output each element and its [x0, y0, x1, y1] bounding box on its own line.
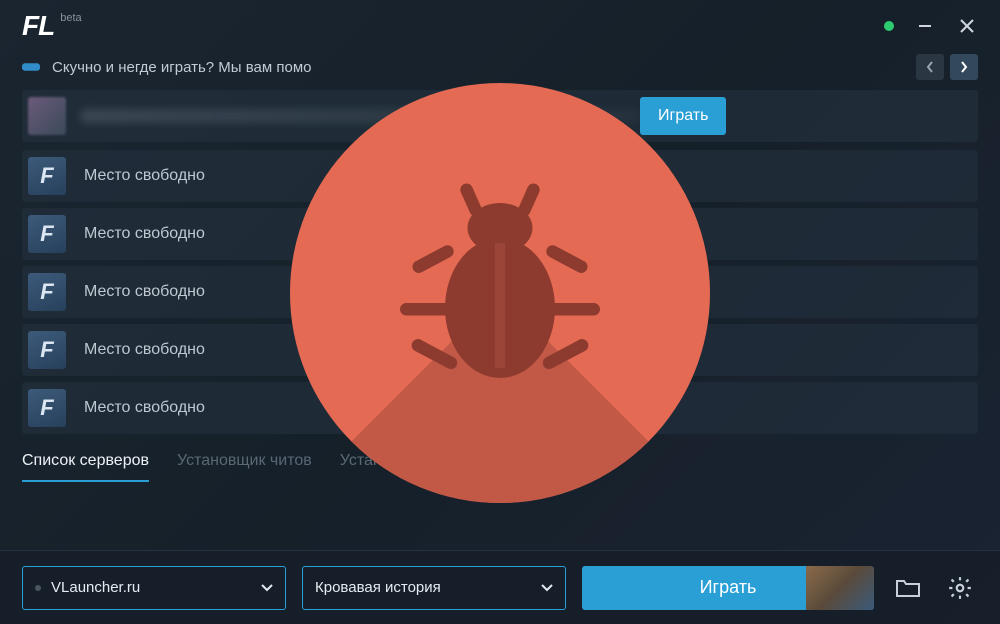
account-label: VLauncher.ru [51, 579, 140, 596]
play-button-art [806, 566, 874, 610]
tab-server-list[interactable]: Список серверов [22, 452, 149, 482]
version-label: Кровавая история [315, 579, 441, 596]
close-button[interactable] [956, 15, 978, 37]
bottom-bar: VLauncher.ru Кровавая история Играть [0, 550, 1000, 624]
gamepad-icon [22, 58, 40, 76]
version-select[interactable]: Кровавая история [302, 566, 566, 610]
slot-label: Место свободно [84, 283, 205, 301]
slot-badge-icon: F [28, 157, 66, 195]
featured-play-button[interactable]: Играть [640, 97, 726, 135]
titlebar: FL beta [0, 0, 1000, 48]
account-select[interactable]: VLauncher.ru [22, 566, 286, 610]
slot-badge-icon: F [28, 273, 66, 311]
chevron-down-icon [541, 579, 553, 596]
bug-overlay-badge [290, 83, 710, 503]
settings-button[interactable] [942, 570, 978, 606]
bug-icon [375, 168, 625, 418]
open-folder-button[interactable] [890, 570, 926, 606]
promo-prev-button[interactable] [916, 54, 944, 80]
beta-tag: beta [60, 12, 81, 24]
main-play-label: Играть [700, 577, 757, 598]
promo-nav [916, 54, 978, 80]
slot-badge-icon: F [28, 389, 66, 427]
slot-label: Место свободно [84, 225, 205, 243]
chevron-down-icon [261, 579, 273, 596]
featured-thumbnail [28, 97, 66, 135]
logo-block: FL beta [22, 10, 82, 42]
slot-label: Место свободно [84, 167, 205, 185]
window-controls [884, 15, 978, 37]
promo-text: Скучно и негде играть? Мы вам помо [52, 59, 904, 76]
minimize-button[interactable] [914, 15, 936, 37]
slot-label: Место свободно [84, 341, 205, 359]
tab-cheat-installer[interactable]: Установщик читов [177, 452, 312, 482]
slot-badge-icon: F [28, 331, 66, 369]
app-logo: FL [22, 10, 54, 42]
slot-badge-icon: F [28, 215, 66, 253]
promo-next-button[interactable] [950, 54, 978, 80]
main-play-button[interactable]: Играть [582, 566, 874, 610]
online-status-dot [884, 21, 894, 31]
slot-label: Место свободно [84, 399, 205, 417]
account-status-dot [35, 585, 41, 591]
